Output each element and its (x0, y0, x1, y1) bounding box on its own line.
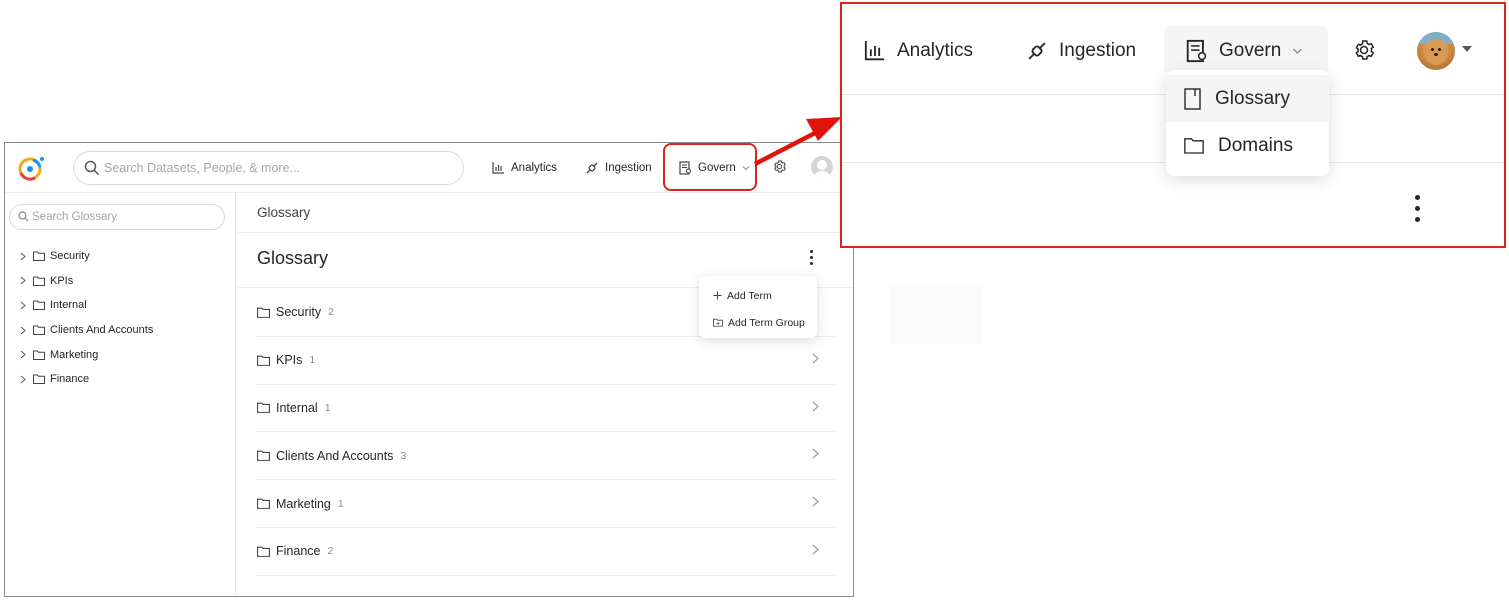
zoomed-navigation-panel: Analytics Ingestion Govern Glossary Doma… (840, 2, 1506, 248)
zoom-nav-govern-label: Govern (1219, 40, 1282, 61)
menu-item-domains-label: Domains (1218, 134, 1293, 156)
document-policy-icon (1186, 39, 1207, 63)
zoom-nav-analytics-label: Analytics (897, 40, 974, 61)
book-icon (1184, 87, 1201, 110)
menu-item-glossary[interactable]: Glossary (1166, 75, 1329, 122)
menu-item-domains[interactable]: Domains (1166, 122, 1329, 169)
chevron-down-icon (1293, 48, 1303, 54)
user-avatar-photo[interactable] (1417, 32, 1455, 70)
caret-down-icon[interactable] (1462, 46, 1472, 52)
zoom-nav-ingestion-label: Ingestion (1059, 40, 1137, 61)
zoom-nav-analytics[interactable]: Analytics (864, 34, 973, 68)
more-options-icon[interactable] (1415, 195, 1421, 225)
bar-chart-icon (864, 41, 885, 61)
settings-gear-icon[interactable] (1352, 38, 1376, 62)
background-artifact (890, 286, 982, 344)
plug-icon (1028, 42, 1046, 60)
folder-icon (1184, 138, 1204, 154)
govern-dropdown-menu: Glossary Domains (1166, 70, 1329, 176)
menu-item-glossary-label: Glossary (1215, 87, 1290, 109)
zoom-nav-ingestion[interactable]: Ingestion (1026, 34, 1136, 68)
zoom-nav-govern[interactable]: Govern (1186, 34, 1303, 68)
